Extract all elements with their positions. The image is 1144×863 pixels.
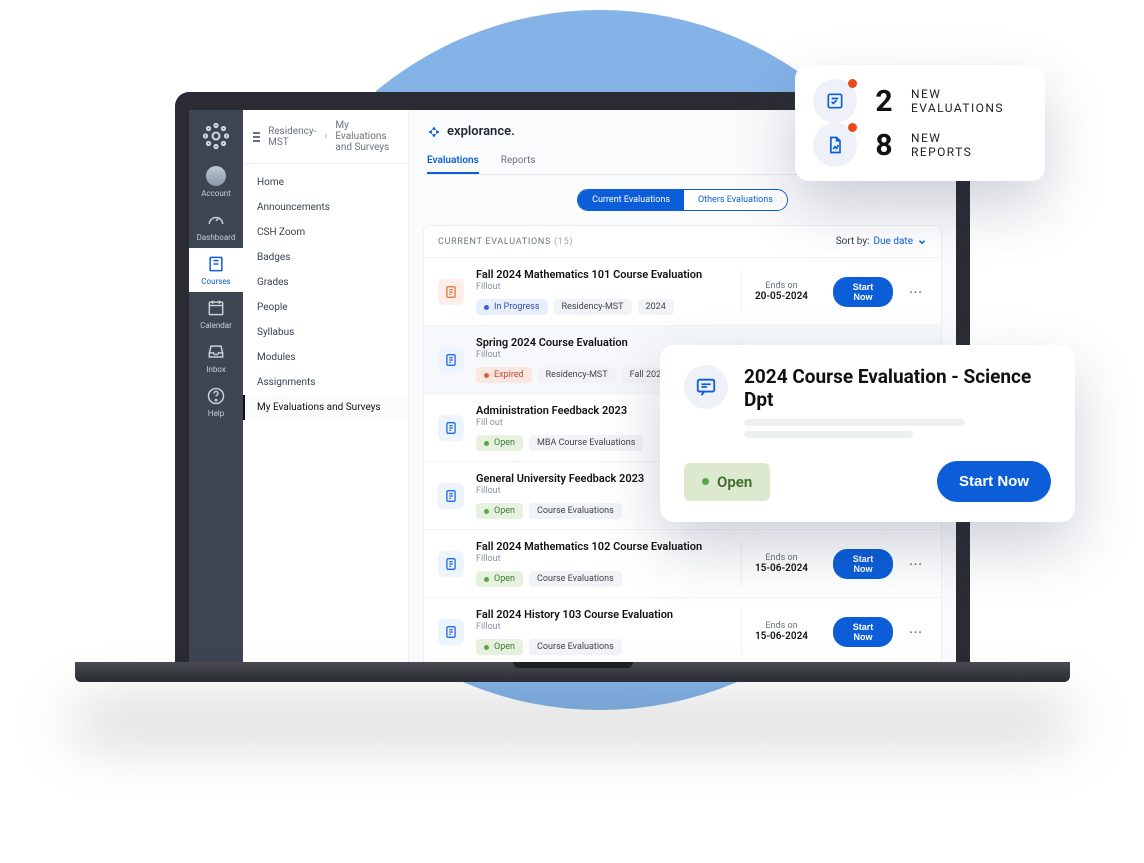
rail-item-inbox[interactable]: Inbox — [189, 336, 243, 380]
ends-on: Ends on20-05-2024 — [741, 268, 821, 315]
evaluation-row[interactable]: Fall 2024 Mathematics 102 Course Evaluat… — [424, 529, 941, 597]
evaluation-popup-card: 2024 Course Evaluation - Science Dpt Ope… — [660, 345, 1075, 522]
skeleton-line — [744, 431, 913, 438]
notification-count: 2 — [871, 84, 897, 119]
more-button[interactable]: ··· — [905, 625, 927, 639]
status-chip: Open — [476, 435, 523, 451]
segment-button[interactable]: Current Evaluations — [578, 190, 684, 210]
evaluation-filter-segment: Current EvaluationsOthers Evaluations — [423, 189, 942, 211]
breadcrumb: Residency-MST › My Evaluations and Surve… — [243, 110, 408, 164]
form-icon — [438, 279, 464, 305]
rail-item-dashboard[interactable]: Dashboard — [189, 204, 243, 248]
sidebar-item[interactable]: My Evaluations and Surveys — [243, 395, 408, 420]
chevron-right-icon: › — [324, 131, 327, 142]
tag-chip: Course Evaluations — [529, 571, 622, 587]
notification-badge-icon — [848, 79, 857, 88]
evaluation-row[interactable]: Fall 2024 History 103 Course EvaluationF… — [424, 597, 941, 662]
sidebar-item[interactable]: CSH Zoom — [243, 220, 408, 245]
row-subtitle: Fillout — [476, 622, 729, 632]
form-icon — [438, 347, 464, 373]
rail-item-calendar[interactable]: Calendar — [189, 292, 243, 336]
more-button[interactable]: ··· — [905, 557, 927, 571]
row-subtitle: Fillout — [476, 282, 729, 292]
laptop-base — [75, 662, 1070, 682]
sort-dropdown[interactable]: Sort by: Due date — [836, 236, 927, 247]
tag-chip: MBA Course Evaluations — [529, 435, 643, 451]
breadcrumb-current: My Evaluations and Surveys — [335, 120, 398, 153]
sidebar-item[interactable]: Announcements — [243, 195, 408, 220]
evaluation-row[interactable]: Fall 2024 Mathematics 101 Course Evaluat… — [424, 257, 941, 325]
notification-icon — [813, 79, 857, 123]
sidebar-item[interactable]: Modules — [243, 345, 408, 370]
status-dot-icon — [702, 478, 709, 485]
menu-icon[interactable] — [253, 132, 260, 142]
notification-item[interactable]: 8 NEWREPORTS — [813, 123, 1027, 167]
status-chip: Open — [476, 503, 523, 519]
tag-chip: Course Evaluations — [529, 639, 622, 655]
brand-name: explorance. — [447, 124, 515, 139]
status-chip: Open — [476, 639, 523, 655]
row-title: Fall 2024 Mathematics 102 Course Evaluat… — [476, 540, 729, 553]
global-nav-rail: AccountDashboardCoursesCalendarInboxHelp — [189, 110, 243, 662]
panel-header: CURRENT EVALUATIONS (15) Sort by: Due da… — [424, 226, 941, 257]
more-button[interactable]: ··· — [905, 285, 927, 299]
chat-icon — [684, 365, 728, 409]
panel-heading: CURRENT EVALUATIONS — [438, 237, 551, 247]
panel-count: (15) — [554, 237, 573, 247]
breadcrumb-root[interactable]: Residency-MST — [268, 126, 316, 148]
sidebar-item[interactable]: Syllabus — [243, 320, 408, 345]
explorance-logo-icon — [427, 125, 441, 139]
skeleton-line — [744, 419, 965, 426]
tab-evaluations[interactable]: Evaluations — [427, 149, 479, 174]
sidebar-item[interactable]: Badges — [243, 245, 408, 270]
tag-chip: Residency-MST — [554, 299, 632, 315]
tag-chip: Course Evaluations — [529, 503, 622, 519]
segment-button[interactable]: Others Evaluations — [684, 190, 787, 210]
avatar-icon — [206, 166, 226, 186]
notification-count: 8 — [871, 128, 897, 163]
sidebar-item[interactable]: Grades — [243, 270, 408, 295]
tab-reports[interactable]: Reports — [501, 149, 536, 174]
rail-item-account[interactable]: Account — [189, 160, 243, 204]
row-title: Fall 2024 Mathematics 101 Course Evaluat… — [476, 268, 729, 281]
form-icon — [438, 415, 464, 441]
notification-badge-icon — [848, 123, 857, 132]
start-now-button[interactable]: Start Now — [833, 277, 893, 307]
course-nav-list: HomeAnnouncementsCSH ZoomBadgesGradesPeo… — [243, 164, 408, 426]
form-icon — [438, 483, 464, 509]
rail-item-courses[interactable]: Courses — [189, 248, 243, 292]
form-icon — [438, 551, 464, 577]
notification-label: NEWEVALUATIONS — [911, 87, 1004, 116]
notification-icon — [813, 123, 857, 167]
status-badge: Open — [684, 463, 770, 501]
start-now-button[interactable]: Start Now — [833, 549, 893, 579]
ends-on: Ends on15-06-2024 — [741, 540, 821, 587]
status-chip: In Progress — [476, 299, 548, 315]
chevron-down-icon — [917, 237, 927, 247]
start-now-button[interactable]: Start Now — [833, 617, 893, 647]
tag-chip: Residency-MST — [538, 367, 616, 383]
popup-title: 2024 Course Evaluation - Science Dpt — [744, 365, 1051, 411]
sidebar-item[interactable]: People — [243, 295, 408, 320]
ends-on: Ends on15-06-2024 — [741, 608, 821, 655]
status-chip: Expired — [476, 367, 532, 383]
sidebar-item[interactable]: Home — [243, 170, 408, 195]
notification-label: NEWREPORTS — [911, 131, 972, 160]
tag-chip: 2024 — [638, 299, 674, 315]
notifications-card: 2 NEWEVALUATIONS 8 NEWREPORTS — [795, 65, 1045, 181]
sidebar-item[interactable]: Assignments — [243, 370, 408, 395]
rail-item-help[interactable]: Help — [189, 380, 243, 424]
start-now-button[interactable]: Start Now — [937, 461, 1051, 502]
row-subtitle: Fillout — [476, 554, 729, 564]
notification-item[interactable]: 2 NEWEVALUATIONS — [813, 79, 1027, 123]
row-title: Fall 2024 History 103 Course Evaluation — [476, 608, 729, 621]
status-chip: Open — [476, 571, 523, 587]
form-icon — [438, 619, 464, 645]
course-sidebar: Residency-MST › My Evaluations and Surve… — [243, 110, 409, 662]
canvas-logo-icon — [202, 122, 230, 150]
